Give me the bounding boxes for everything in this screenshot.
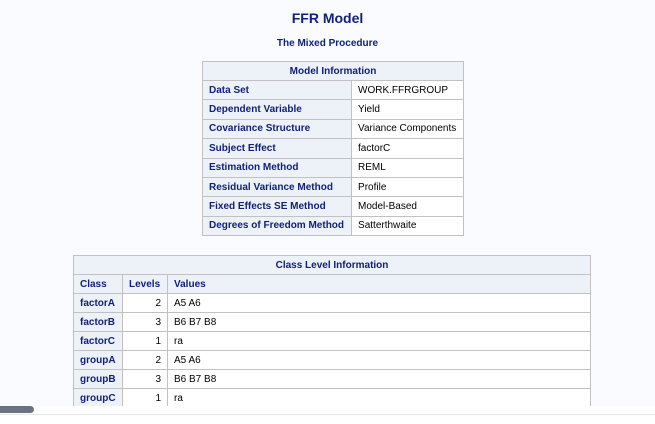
column-header-levels: Levels (122, 274, 168, 294)
row-label: Estimation Method (201, 157, 353, 178)
page-title: FFR Model (291, 10, 364, 26)
class-values: B6 B7 B8 (167, 369, 591, 389)
row-label: Residual Variance Method (201, 176, 353, 198)
horizontal-scrollbar[interactable] (0, 406, 655, 414)
table-row: factorB 3 B6 B7 B8 (73, 312, 591, 332)
row-value: factorC (351, 138, 464, 159)
results-viewer: FFR Model The Mixed Procedure Model Info… (0, 0, 655, 406)
table-row: groupC 1 ra (73, 388, 591, 406)
row-value: Satterthwaite (351, 215, 464, 237)
scrollbar-thumb[interactable] (0, 406, 34, 413)
class-levels: 1 (122, 388, 168, 406)
row-label: Dependent Variable (201, 99, 353, 120)
model-information-table: Model Information Data Set WORK.FFRGROUP D… (201, 61, 464, 237)
class-values: ra (167, 331, 591, 351)
class-values: B6 B7 B8 (167, 312, 591, 332)
class-name: groupB (73, 369, 123, 389)
table-row: factorA 2 A5 A6 (73, 293, 591, 313)
class-levels: 2 (122, 350, 168, 370)
column-header-values: Values (167, 274, 591, 294)
row-label: Data Set (201, 79, 353, 101)
table-row: Estimation Method REML (201, 157, 464, 178)
class-values: A5 A6 (167, 293, 591, 313)
table-row: Degrees of Freedom Method Satterthwaite (201, 215, 464, 237)
class-name: groupA (73, 350, 123, 370)
table-row: Fixed Effects SE Method Model-Based (201, 196, 464, 217)
class-values: A5 A6 (167, 350, 591, 370)
class-name: factorC (73, 331, 123, 351)
row-label: Subject Effect (201, 138, 353, 159)
table-row: Residual Variance Method Profile (201, 176, 464, 198)
class-levels: 3 (122, 312, 168, 332)
table-row: Covariance Structure Variance Components (201, 118, 464, 140)
row-label: Covariance Structure (201, 118, 353, 140)
column-header-class: Class (73, 274, 123, 294)
class-levels: 3 (122, 369, 168, 389)
table-row: factorC 1 ra (73, 331, 591, 351)
row-value: Profile (351, 176, 464, 198)
row-value: Yield (351, 99, 464, 120)
row-label: Degrees of Freedom Method (201, 215, 353, 237)
table-row: Subject Effect factorC (201, 138, 464, 159)
row-value: Variance Components (351, 118, 464, 140)
table-row: groupB 3 B6 B7 B8 (73, 369, 591, 389)
class-name: factorB (73, 312, 123, 332)
row-value: REML (351, 157, 464, 178)
row-label: Fixed Effects SE Method (201, 196, 353, 217)
table-row: Dependent Variable Yield (201, 99, 464, 120)
table-caption: Class Level Information (73, 255, 591, 275)
table-row: Data Set WORK.FFRGROUP (201, 79, 464, 101)
class-levels: 1 (122, 331, 168, 351)
class-levels: 2 (122, 293, 168, 313)
row-value: WORK.FFRGROUP (351, 79, 464, 101)
procedure-subtitle: The Mixed Procedure (276, 38, 379, 49)
class-values: ra (167, 388, 591, 406)
table-caption: Model Information (202, 61, 464, 81)
class-name: factorA (73, 293, 123, 313)
class-level-information-table: Class Level Information Class Levels Val… (73, 255, 591, 406)
class-name: groupC (73, 388, 123, 406)
row-value: Model-Based (351, 196, 464, 217)
table-row: groupA 2 A5 A6 (73, 350, 591, 370)
